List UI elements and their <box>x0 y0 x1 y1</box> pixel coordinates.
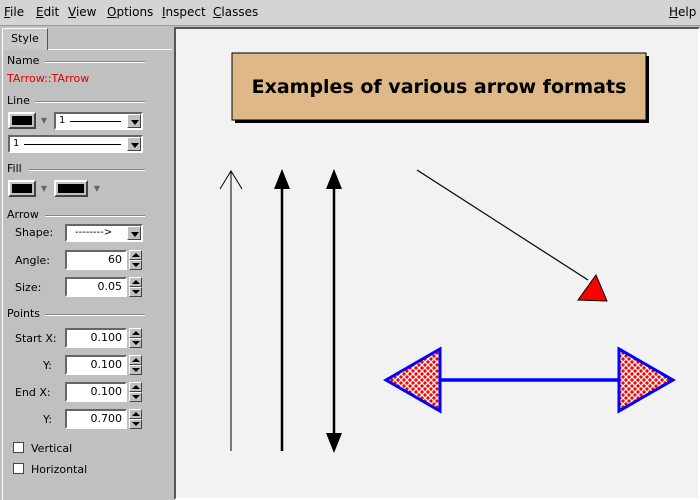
line-style-dropdown-icon[interactable] <box>127 137 141 151</box>
points-group-rule <box>45 314 145 316</box>
title-box-shadow-bottom <box>235 120 649 123</box>
line-width-dropdown-icon[interactable] <box>127 114 141 128</box>
end-y-label: Y: <box>43 413 52 426</box>
menu-bar: File Edit View Options Inspect Classes H… <box>0 0 700 26</box>
start-y-label: Y: <box>43 359 52 372</box>
start-y-spinner[interactable] <box>129 355 142 375</box>
fill-pattern-dropdown-icon[interactable]: ▼ <box>91 180 103 197</box>
line-style-preview <box>24 144 121 145</box>
angle-spinner[interactable] <box>129 250 142 270</box>
end-x-input[interactable]: 0.100 <box>65 382 127 402</box>
menu-options[interactable]: Options <box>107 5 153 19</box>
menu-options-rest: ptions <box>116 5 154 19</box>
size-input[interactable]: 0.05 <box>65 277 127 297</box>
shape-label: Shape: <box>15 226 54 239</box>
fill-color-button[interactable] <box>8 180 36 197</box>
arrow-group-label: Arrow <box>7 208 39 221</box>
fill-pattern-button[interactable] <box>54 180 88 197</box>
angle-label: Angle: <box>15 254 51 267</box>
fill-color-swatch <box>12 184 32 193</box>
fill-color-dropdown-icon[interactable]: ▼ <box>38 180 50 197</box>
end-x-up-icon[interactable] <box>129 382 142 392</box>
angle-input[interactable]: 60 <box>65 250 127 270</box>
arrow-shape-dropdown-icon[interactable] <box>127 226 141 240</box>
start-y-input[interactable]: 0.100 <box>65 355 127 375</box>
line-color-dropdown-icon[interactable]: ▼ <box>38 112 50 129</box>
end-x-down-icon[interactable] <box>129 392 142 402</box>
size-spinner[interactable] <box>129 277 142 297</box>
fill-pattern-swatch <box>58 184 84 193</box>
vertical-checkbox[interactable] <box>13 442 24 453</box>
menu-classes-rest: lasses <box>221 5 259 19</box>
points-group-label: Points <box>7 307 41 320</box>
end-y-input[interactable]: 0.700 <box>65 409 127 429</box>
line-width-value: 1 <box>59 115 66 126</box>
end-y-up-icon[interactable] <box>129 409 142 419</box>
angle-down-icon[interactable] <box>129 260 142 270</box>
menu-edit[interactable]: Edit <box>36 5 59 19</box>
horizontal-label[interactable]: Horizontal <box>31 463 87 476</box>
start-y-down-icon[interactable] <box>129 365 142 375</box>
size-down-icon[interactable] <box>129 287 142 297</box>
line-width-preview <box>70 121 121 122</box>
fill-group-label: Fill <box>7 162 22 175</box>
canvas-frame: Examples of various arrow formats <box>174 27 700 500</box>
menu-view[interactable]: View <box>68 5 96 19</box>
angle-up-icon[interactable] <box>129 250 142 260</box>
end-y-down-icon[interactable] <box>129 419 142 429</box>
start-x-input[interactable]: 0.100 <box>65 328 127 348</box>
menu-help-key: H <box>669 5 679 19</box>
start-x-up-icon[interactable] <box>129 328 142 338</box>
start-x-down-icon[interactable] <box>129 338 142 348</box>
menu-file[interactable]: File <box>4 5 24 19</box>
end-x-label: End X: <box>15 386 51 399</box>
size-up-icon[interactable] <box>129 277 142 287</box>
menu-classes[interactable]: Classes <box>213 5 258 19</box>
start-x-label: Start X: <box>15 332 57 345</box>
title-text: Examples of various arrow formats <box>252 76 627 98</box>
line-group-label: Line <box>7 94 30 107</box>
line-style-combo[interactable]: 1 <box>8 135 143 153</box>
end-y-spinner[interactable] <box>129 409 142 429</box>
arrow-group-rule <box>45 215 145 217</box>
fill-group-rule <box>29 169 145 171</box>
name-group-rule <box>45 61 145 63</box>
drawing-canvas[interactable]: Examples of various arrow formats <box>176 29 698 498</box>
menu-edit-key: E <box>36 5 44 19</box>
menu-inspect[interactable]: Inspect <box>162 5 206 19</box>
title-box-shadow-right <box>646 56 649 123</box>
menu-inspect-rest: nspect <box>165 5 206 19</box>
line-color-button[interactable] <box>8 112 36 129</box>
start-y-up-icon[interactable] <box>129 355 142 365</box>
end-x-spinner[interactable] <box>129 382 142 402</box>
menu-help[interactable]: Help <box>669 5 696 19</box>
menu-view-rest: iew <box>75 5 97 19</box>
name-group-label: Name <box>7 54 40 67</box>
style-editor-body: Name TArrow::TArrow Line ▼ 1 1 Fill ▼ ▼ … <box>2 50 173 500</box>
menu-file-rest: ile <box>10 5 25 19</box>
vertical-label[interactable]: Vertical <box>31 442 72 455</box>
menu-view-key: V <box>68 5 76 19</box>
line-width-combo[interactable]: 1 <box>54 112 143 130</box>
line-color-swatch <box>12 116 32 125</box>
line-group-rule <box>35 101 145 103</box>
style-editor-panel: Style Name TArrow::TArrow Line ▼ 1 1 Fil… <box>0 27 172 500</box>
menu-help-rest: elp <box>678 5 697 19</box>
start-x-spinner[interactable] <box>129 328 142 348</box>
line-style-value: 1 <box>13 138 20 149</box>
size-label: Size: <box>15 281 42 294</box>
tab-style[interactable]: Style <box>2 28 48 50</box>
horizontal-checkbox[interactable] <box>13 463 24 474</box>
menu-edit-rest: dit <box>43 5 60 19</box>
arrow-shape-combo[interactable]: --------> <box>65 224 143 242</box>
arrow-shape-value: --------> <box>75 227 113 238</box>
object-name: TArrow::TArrow <box>7 72 90 85</box>
